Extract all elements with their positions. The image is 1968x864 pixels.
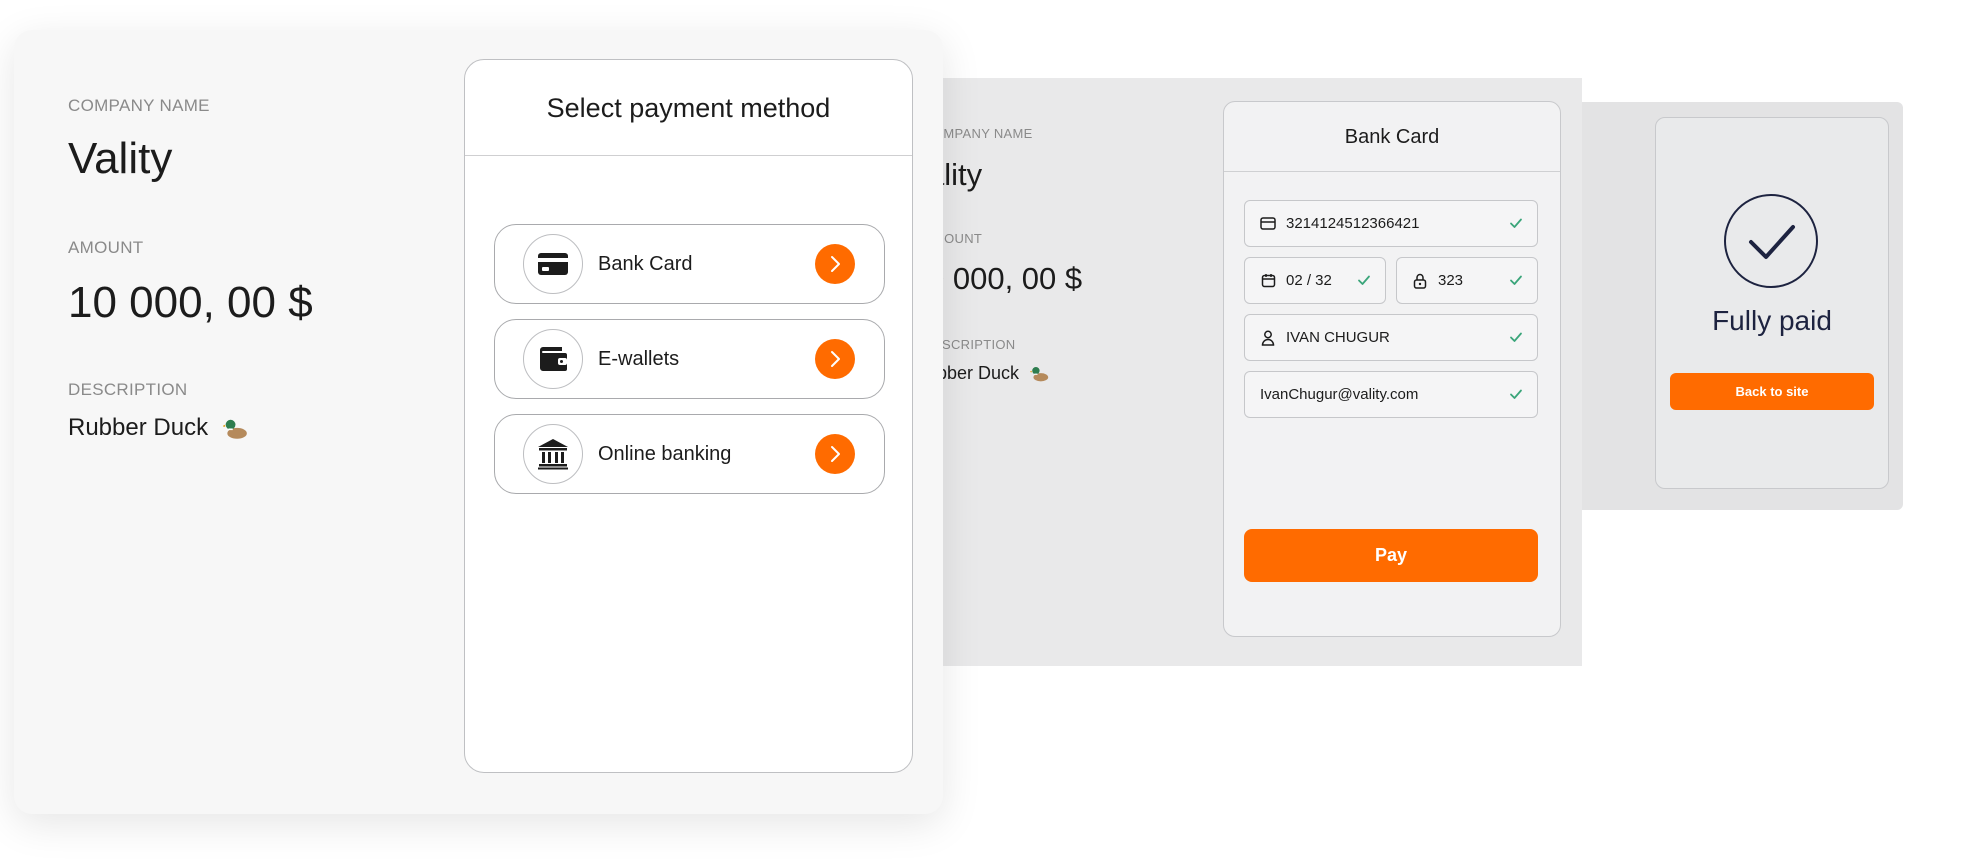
amount-value: 10 000, 00 $ xyxy=(68,278,313,327)
expiry-value: 02 / 32 xyxy=(1286,272,1332,289)
back-to-site-button[interactable]: Back to site xyxy=(1670,373,1874,410)
lock-icon xyxy=(1411,272,1429,290)
method-item-bank-card[interactable]: Bank Card xyxy=(494,224,885,304)
cardholder-value: IVAN CHUGUR xyxy=(1286,329,1390,346)
duck-emoji-icon xyxy=(222,419,247,439)
valid-check-icon xyxy=(1510,389,1522,399)
user-icon xyxy=(1259,329,1277,347)
description-text: ubber Duck xyxy=(935,363,1020,383)
amount-value: 0 000, 00 $ xyxy=(935,261,1083,296)
credit-card-icon xyxy=(1259,215,1277,233)
bank-icon xyxy=(523,424,583,484)
chevron-right-icon[interactable] xyxy=(815,244,855,284)
description-text: Rubber Duck xyxy=(68,414,209,441)
valid-check-icon xyxy=(1358,275,1370,285)
valid-check-icon xyxy=(1510,218,1522,228)
company-name-label: OMPANY NAME xyxy=(935,126,1033,141)
success-panel: Fully paid Back to site xyxy=(1575,102,1903,510)
email-field[interactable]: IvanChugur@vality.com xyxy=(1244,371,1538,418)
bank-card-panel: OMPANY NAME ality MOUNT 0 000, 00 $ ESCR… xyxy=(935,78,1582,666)
amount-label: AMOUNT xyxy=(68,238,144,257)
card-number-field[interactable]: 3214124512366421 xyxy=(1244,200,1538,247)
description-label: DESCRIPTION xyxy=(68,380,188,399)
method-item-e-wallets[interactable]: E-wallets xyxy=(494,319,885,399)
expiry-field[interactable]: 02 / 32 xyxy=(1244,257,1386,304)
valid-check-icon xyxy=(1510,275,1522,285)
cardholder-field[interactable]: IVAN CHUGUR xyxy=(1244,314,1538,361)
method-item-online-banking[interactable]: Online banking xyxy=(494,414,885,494)
duck-emoji-icon xyxy=(1029,367,1049,382)
bank-card-form: Bank Card 3214124512366421 02 / 32 323 I… xyxy=(1223,101,1561,637)
calendar-icon xyxy=(1259,272,1277,290)
form-title: Bank Card xyxy=(1224,102,1560,172)
chevron-right-icon[interactable] xyxy=(815,434,855,474)
valid-check-icon xyxy=(1510,332,1522,342)
company-name: Vality xyxy=(68,134,173,183)
method-label: Online banking xyxy=(598,442,732,465)
description-value: ubber Duck xyxy=(935,363,1050,384)
payment-method-card: Select payment method Bank Card E-wallet… xyxy=(464,59,913,773)
method-label: E-wallets xyxy=(598,347,680,370)
cvv-value: 323 xyxy=(1438,272,1464,289)
method-label: Bank Card xyxy=(598,252,693,275)
success-check-icon xyxy=(1724,194,1818,288)
description-label: ESCRIPTION xyxy=(935,337,1016,352)
email-value: IvanChugur@vality.com xyxy=(1260,386,1419,403)
payment-method-panel: COMPANY NAME Vality AMOUNT 10 000, 00 $ … xyxy=(14,30,943,814)
credit-card-icon xyxy=(523,234,583,294)
success-card: Fully paid Back to site xyxy=(1655,117,1889,489)
wallet-icon xyxy=(523,329,583,389)
payment-status-text: Fully paid xyxy=(1712,305,1832,336)
card-number-value: 3214124512366421 xyxy=(1286,215,1420,232)
pay-button[interactable]: Pay xyxy=(1244,529,1538,582)
description-value: Rubber Duck xyxy=(68,414,249,442)
chevron-right-icon[interactable] xyxy=(815,339,855,379)
company-name-label: COMPANY NAME xyxy=(68,96,210,115)
method-title: Select payment method xyxy=(465,60,912,156)
cvv-field[interactable]: 323 xyxy=(1396,257,1538,304)
